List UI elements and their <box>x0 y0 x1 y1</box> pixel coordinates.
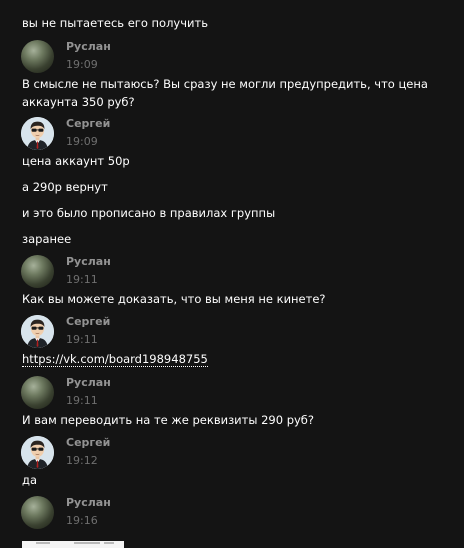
author-name[interactable]: Руслан <box>66 496 111 509</box>
image-preview-icon[interactable] <box>22 541 124 548</box>
author-name[interactable]: Сергей <box>66 436 110 449</box>
cartoon-man-avatar[interactable] <box>21 315 54 348</box>
author-name[interactable]: Сергей <box>66 117 110 130</box>
message-text: вы не пытаетесь его получить <box>22 16 208 30</box>
message-time: 19:11 <box>66 273 98 286</box>
message-text: цена аккаунт 50р <box>22 154 130 168</box>
cartoon-man-avatar[interactable] <box>21 117 54 150</box>
message-time: 19:11 <box>66 333 98 346</box>
chat-history: вы не пытаетесь его получить Руслан 19:0… <box>0 0 464 548</box>
author-name[interactable]: Руслан <box>66 40 111 53</box>
planet-avatar[interactable] <box>21 40 54 73</box>
message-text: да <box>22 473 37 487</box>
message-text: Как вы можете доказать, что вы меня не к… <box>22 292 326 306</box>
cartoon-man-avatar[interactable] <box>21 436 54 469</box>
author-name[interactable]: Руслан <box>66 376 111 389</box>
message-text: а 290р вернут <box>22 180 108 194</box>
message-header: Руслан 19:16 <box>0 496 464 536</box>
message-header: Сергей 19:09 <box>0 117 464 157</box>
message-text: В смысле не пытаюсь? Вы сразу не могли п… <box>22 77 428 109</box>
message-header: Сергей 19:11 <box>0 315 464 355</box>
message-time: 19:09 <box>66 58 98 71</box>
planet-avatar[interactable] <box>21 255 54 288</box>
message-text: и это было прописано в правилах группы <box>22 206 276 220</box>
message-time: 19:09 <box>66 135 98 148</box>
message-header: Руслан 19:11 <box>0 376 464 416</box>
author-name[interactable]: Руслан <box>66 255 111 268</box>
message-header: Руслан 19:11 <box>0 255 464 295</box>
message-header: Сергей 19:12 <box>0 436 464 476</box>
clipped-text-fragment <box>22 0 112 2</box>
message-link-wrapper: https://vk.com/board198948755 <box>22 350 208 368</box>
message-time: 19:11 <box>66 394 98 407</box>
message-header: Руслан 19:09 <box>0 40 464 80</box>
message-text: И вам переводить на те же реквизиты 290 … <box>22 413 314 427</box>
message-time: 19:16 <box>66 514 98 527</box>
planet-avatar[interactable] <box>21 376 54 409</box>
message-text: заранее <box>22 232 72 246</box>
board-link[interactable]: https://vk.com/board198948755 <box>22 352 208 367</box>
author-name[interactable]: Сергей <box>66 315 110 328</box>
planet-avatar[interactable] <box>21 496 54 529</box>
message-time: 19:12 <box>66 454 98 467</box>
